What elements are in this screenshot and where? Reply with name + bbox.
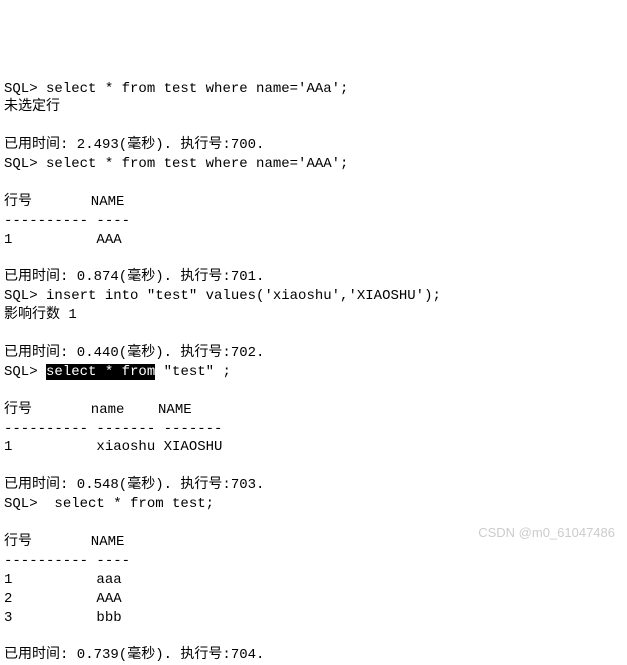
- query-text: insert into "test" values('xiaoshu','XIA…: [38, 288, 441, 304]
- query-pre: [38, 364, 46, 380]
- table-row: 3 bbb: [4, 610, 122, 626]
- sql-prompt: SQL>: [4, 81, 38, 97]
- query-post: "test" ;: [155, 364, 231, 380]
- query-highlighted: select * from: [46, 364, 155, 380]
- query-text: select * from test where name='AAA';: [38, 156, 349, 172]
- sql-prompt: SQL>: [4, 288, 38, 304]
- timing-info: 已用时间: 0.440(毫秒). 执行号:702.: [4, 345, 264, 361]
- terminal-output: SQL> select * from test where name='AAa'…: [4, 81, 441, 664]
- query-text: select * from test;: [38, 496, 214, 512]
- table-separator: ---------- ----: [4, 213, 130, 229]
- result-message: 未选定行: [4, 99, 60, 115]
- table-separator: ---------- ----: [4, 553, 130, 569]
- sql-prompt: SQL>: [4, 496, 38, 512]
- table-row: 1 aaa: [4, 572, 122, 588]
- table-separator: ---------- ------- -------: [4, 421, 222, 437]
- timing-info: 已用时间: 2.493(毫秒). 执行号:700.: [4, 137, 264, 153]
- table-row: 2 AAA: [4, 591, 122, 607]
- result-message: 影响行数 1: [4, 307, 77, 323]
- sql-prompt: SQL>: [4, 364, 38, 380]
- table-header: 行号 name NAME: [4, 402, 192, 418]
- table-row: 1 xiaoshu XIAOSHU: [4, 439, 222, 455]
- timing-info: 已用时间: 0.739(毫秒). 执行号:704.: [4, 647, 264, 663]
- table-row: 1 AAA: [4, 232, 122, 248]
- sql-prompt: SQL>: [4, 156, 38, 172]
- timing-info: 已用时间: 0.874(毫秒). 执行号:701.: [4, 269, 264, 285]
- watermark: CSDN @m0_61047486: [478, 524, 615, 542]
- query-text: select * from test where name='AAa';: [38, 81, 349, 97]
- timing-info: 已用时间: 0.548(毫秒). 执行号:703.: [4, 477, 264, 493]
- table-header: 行号 NAME: [4, 534, 124, 550]
- table-header: 行号 NAME: [4, 194, 124, 210]
